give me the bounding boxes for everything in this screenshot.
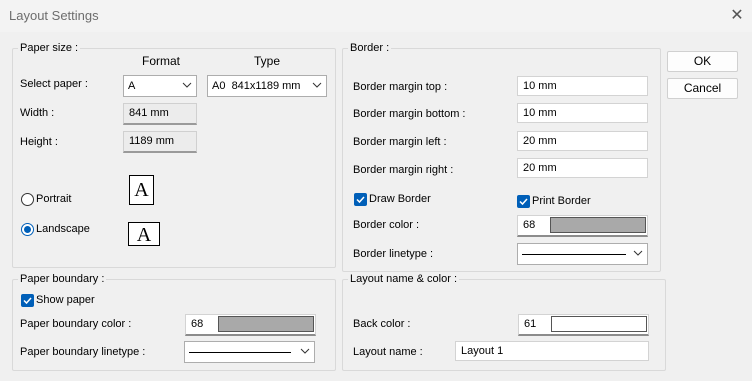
ok-button[interactable]: OK — [667, 51, 738, 72]
width-value: 841 mm — [123, 103, 197, 125]
portrait-radio[interactable] — [21, 193, 34, 206]
border-margin-right-input[interactable]: 20 mm — [517, 158, 648, 178]
border-margin-right-label: Border margin right : — [353, 164, 454, 176]
landscape-page-icon: A — [128, 222, 160, 246]
type-select-value: A0 841x1189 mm — [212, 80, 301, 92]
border-title: Border : — [348, 42, 392, 54]
paper-boundary-color-label: Paper boundary color : — [20, 318, 132, 330]
portrait-page-icon: A — [129, 175, 154, 205]
back-color-value: 61 — [524, 318, 537, 330]
height-value: 1189 mm — [123, 131, 197, 153]
border-margin-bottom-input[interactable]: 10 mm — [517, 103, 648, 123]
chevron-down-icon — [300, 348, 310, 354]
border-margin-top-label: Border margin top : — [353, 81, 448, 93]
border-linetype-label: Border linetype : — [353, 248, 434, 260]
portrait-label[interactable]: Portrait — [36, 193, 71, 205]
paper-boundary-title: Paper boundary : — [18, 273, 107, 285]
back-color-swatch — [551, 316, 647, 332]
select-paper-label: Select paper : — [20, 78, 88, 90]
border-color-picker[interactable]: 68 — [517, 215, 648, 237]
back-color-picker[interactable]: 61 — [518, 314, 649, 336]
border-margin-left-input[interactable]: 20 mm — [517, 131, 648, 151]
landscape-label[interactable]: Landscape — [36, 223, 90, 235]
type-header: Type — [254, 54, 281, 68]
border-color-label: Border color : — [353, 219, 420, 231]
window-title: Layout Settings — [9, 8, 99, 23]
border-margin-bottom-label: Border margin bottom : — [353, 108, 466, 120]
solid-line-preview — [522, 254, 626, 255]
landscape-radio[interactable] — [21, 223, 34, 236]
border-linetype-select[interactable] — [517, 243, 648, 265]
border-color-swatch — [550, 217, 646, 233]
paper-size-title: Paper size : — [18, 42, 81, 54]
layout-name-input[interactable]: Layout 1 — [455, 341, 649, 361]
format-select-value: A — [128, 80, 136, 92]
format-select[interactable]: A — [123, 75, 197, 97]
border-color-value: 68 — [523, 219, 536, 231]
show-paper-checkbox[interactable] — [21, 294, 34, 307]
back-color-label: Back color : — [353, 318, 411, 330]
paper-boundary-color-value: 68 — [191, 318, 204, 330]
format-header: Format — [142, 54, 181, 68]
draw-border-checkbox[interactable] — [354, 193, 367, 206]
chevron-down-icon — [182, 82, 192, 88]
paper-boundary-linetype-label: Paper boundary linetype : — [20, 346, 146, 358]
show-paper-label[interactable]: Show paper — [36, 294, 95, 306]
draw-border-label[interactable]: Draw Border — [369, 193, 431, 205]
checkmark-icon — [519, 198, 528, 206]
checkmark-icon — [356, 196, 365, 204]
print-border-checkbox[interactable] — [517, 195, 530, 208]
solid-line-preview — [189, 352, 291, 353]
print-border-label[interactable]: Print Border — [532, 195, 591, 207]
chevron-down-icon — [312, 82, 322, 88]
paper-boundary-color-picker[interactable]: 68 — [185, 314, 316, 336]
height-label: Height : — [20, 136, 58, 148]
cancel-button[interactable]: Cancel — [667, 78, 738, 99]
title-bar: Layout Settings ✕ — [0, 0, 752, 32]
close-icon[interactable]: ✕ — [727, 6, 747, 26]
border-margin-left-label: Border margin left : — [353, 136, 447, 148]
layout-name-label: Layout name : — [353, 346, 423, 358]
chevron-down-icon — [633, 250, 643, 256]
type-select[interactable]: A0 841x1189 mm — [207, 75, 327, 97]
paper-boundary-linetype-select[interactable] — [184, 341, 315, 363]
checkmark-icon — [23, 297, 32, 305]
border-margin-top-input[interactable]: 10 mm — [517, 76, 648, 96]
paper-boundary-color-swatch — [218, 316, 314, 332]
layout-title: Layout name & color : — [348, 273, 460, 285]
width-label: Width : — [20, 107, 55, 119]
